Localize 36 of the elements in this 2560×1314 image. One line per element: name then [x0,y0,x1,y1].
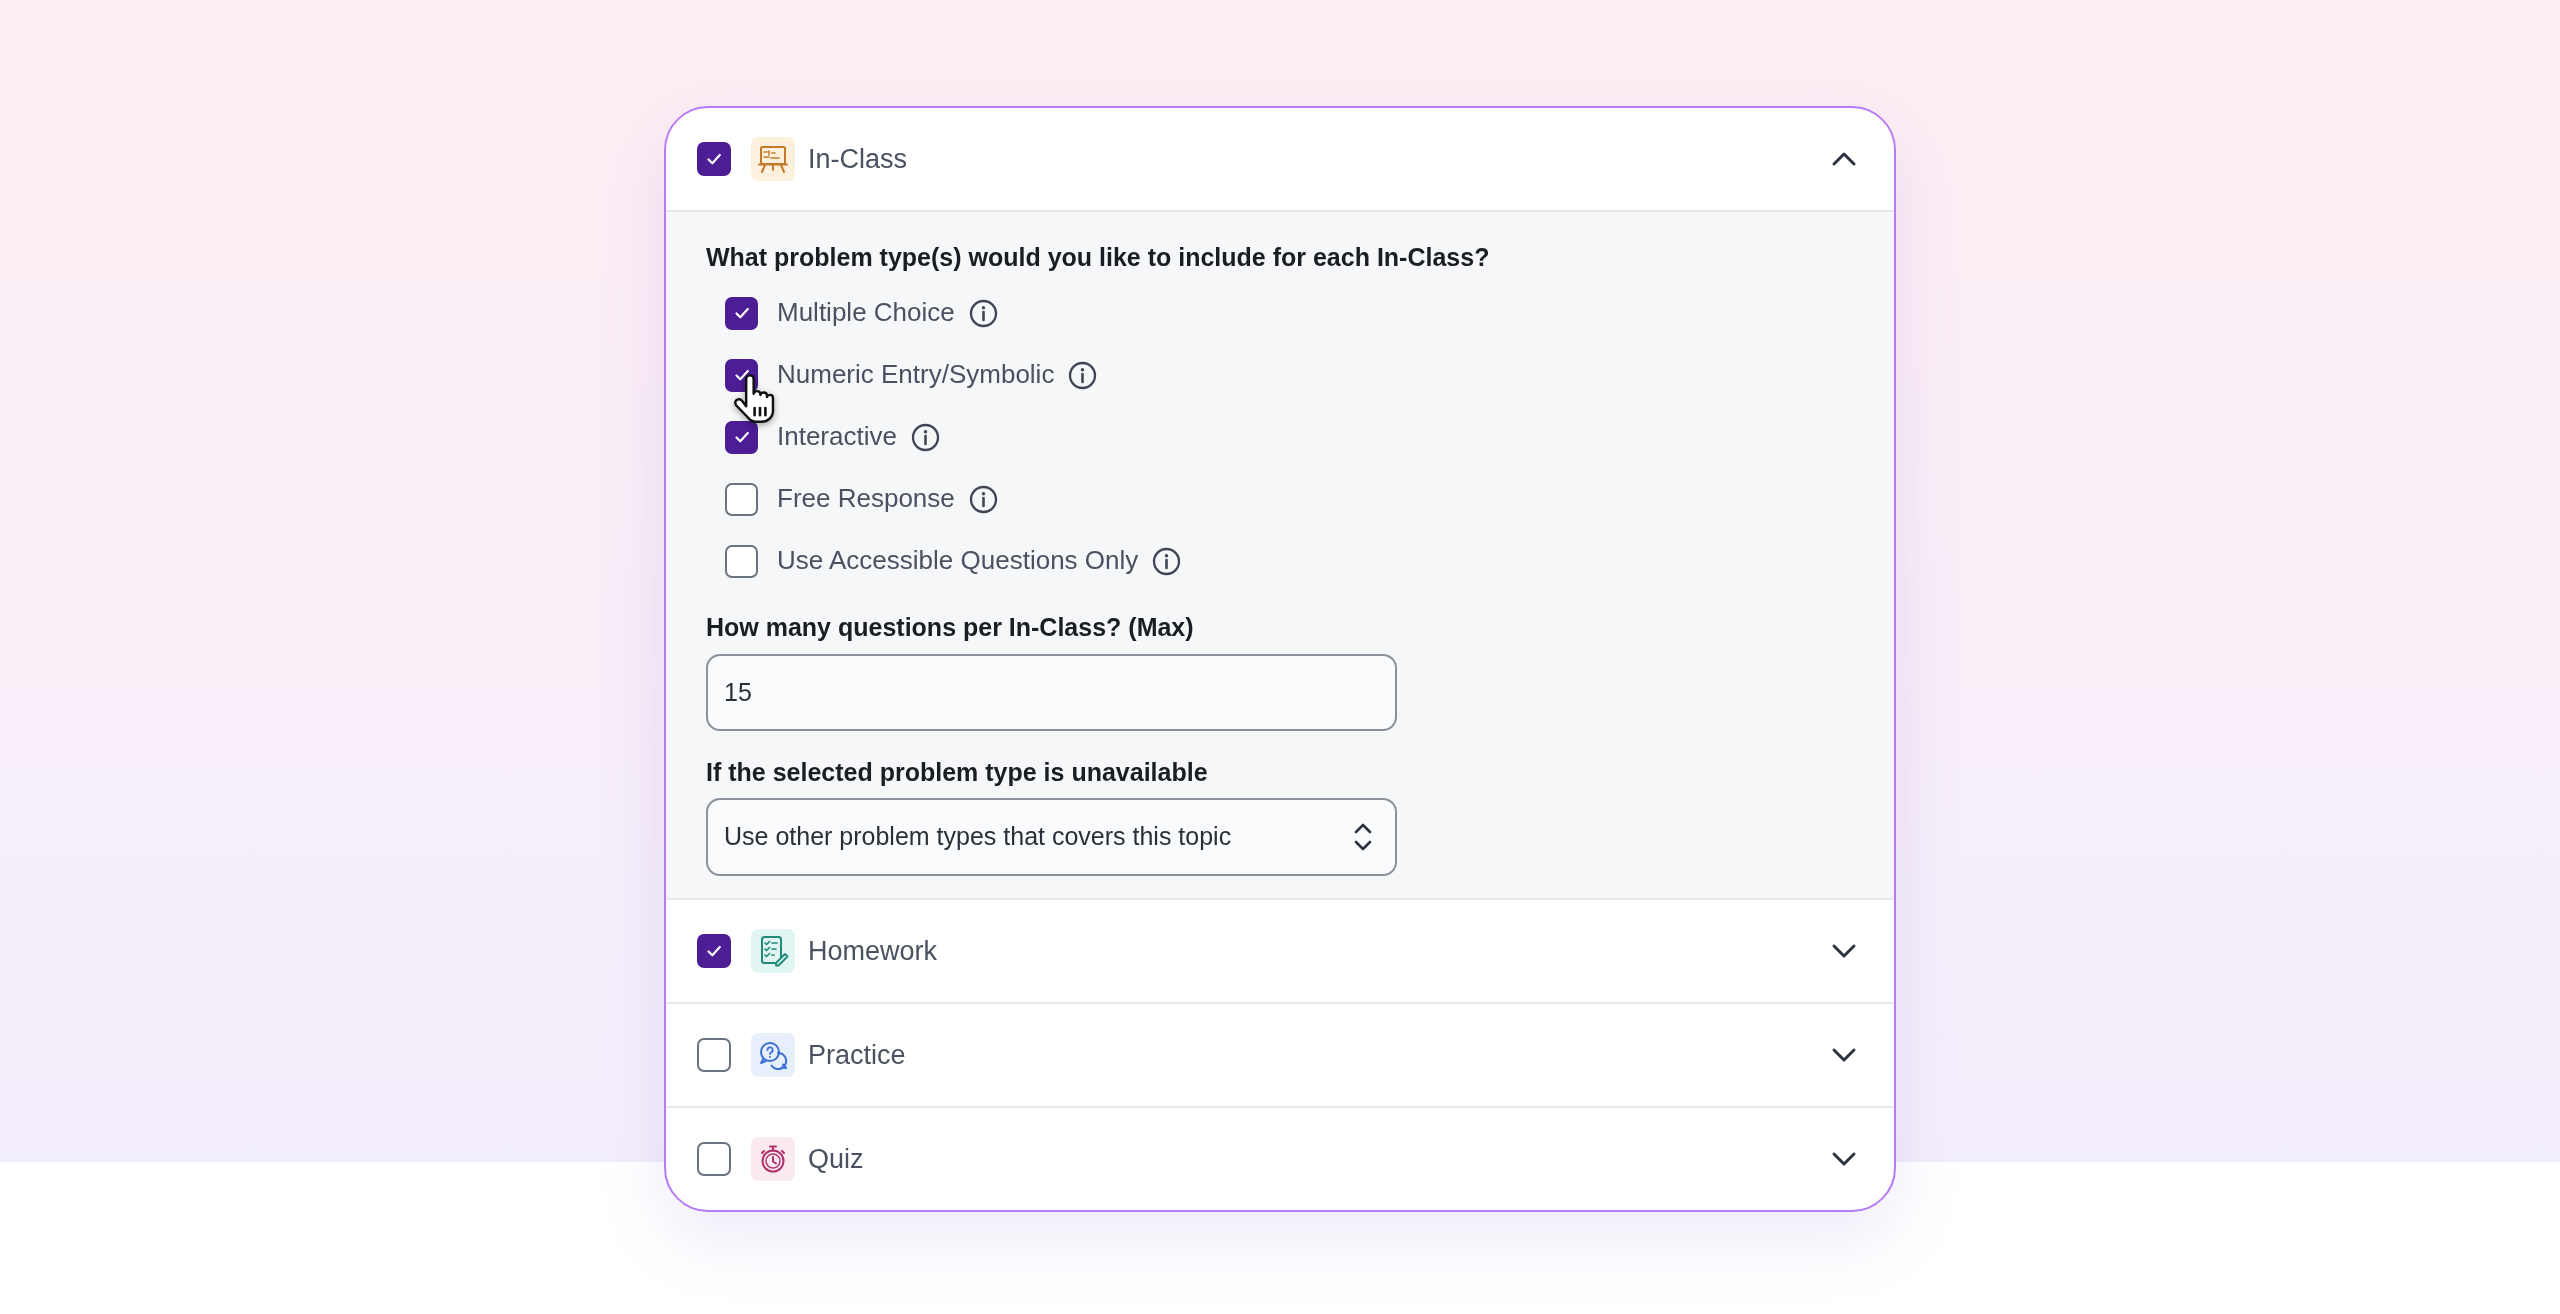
option-label: Numeric Entry/Symbolic [777,359,1055,391]
dropdown[interactable]: Use other problem types that covers this topic [706,798,1397,876]
checkbox[interactable] [697,142,731,176]
chevron-up-icon[interactable] [1831,151,1857,167]
info-icon[interactable] [968,298,998,328]
section-title: Homework [808,934,938,968]
checkbox[interactable] [725,296,758,330]
field-label: How many questions per In-Class? (Max) [706,612,1195,643]
checkbox[interactable] [725,544,758,578]
chevron-down-icon[interactable] [1831,1047,1857,1063]
checkbox[interactable] [725,420,758,454]
hand-cursor-icon [733,372,775,426]
checkbox[interactable] [697,1038,731,1072]
checklist-icon [751,929,795,973]
easel-board-icon [751,137,795,181]
info-icon[interactable] [910,422,940,452]
info-icon[interactable] [968,484,998,514]
info-icon[interactable] [1152,546,1182,576]
chevron-down-icon[interactable] [1831,943,1857,959]
question-text: What problem type(s) would you like to include for each In-Class? [706,242,1491,273]
section-title: Quiz [808,1142,864,1176]
info-icon[interactable] [1068,360,1098,390]
option-label: Free Response [777,483,955,515]
chevron-down-icon[interactable] [1831,1151,1857,1167]
checkbox[interactable] [697,934,731,968]
checkbox[interactable] [725,482,758,516]
field-label: If the selected problem type is unavailable [706,757,1209,788]
section-title: Practice [808,1038,906,1072]
option-label: Use Accessible Questions Only [777,545,1139,577]
checkbox[interactable] [697,1142,731,1176]
option-label: Interactive [777,421,897,453]
section-title: In-Class [808,142,908,176]
question-chat-icon [751,1033,795,1077]
number-input[interactable]: 15 [706,654,1397,731]
option-label: Multiple Choice [777,297,955,329]
stopwatch-icon [751,1137,795,1181]
